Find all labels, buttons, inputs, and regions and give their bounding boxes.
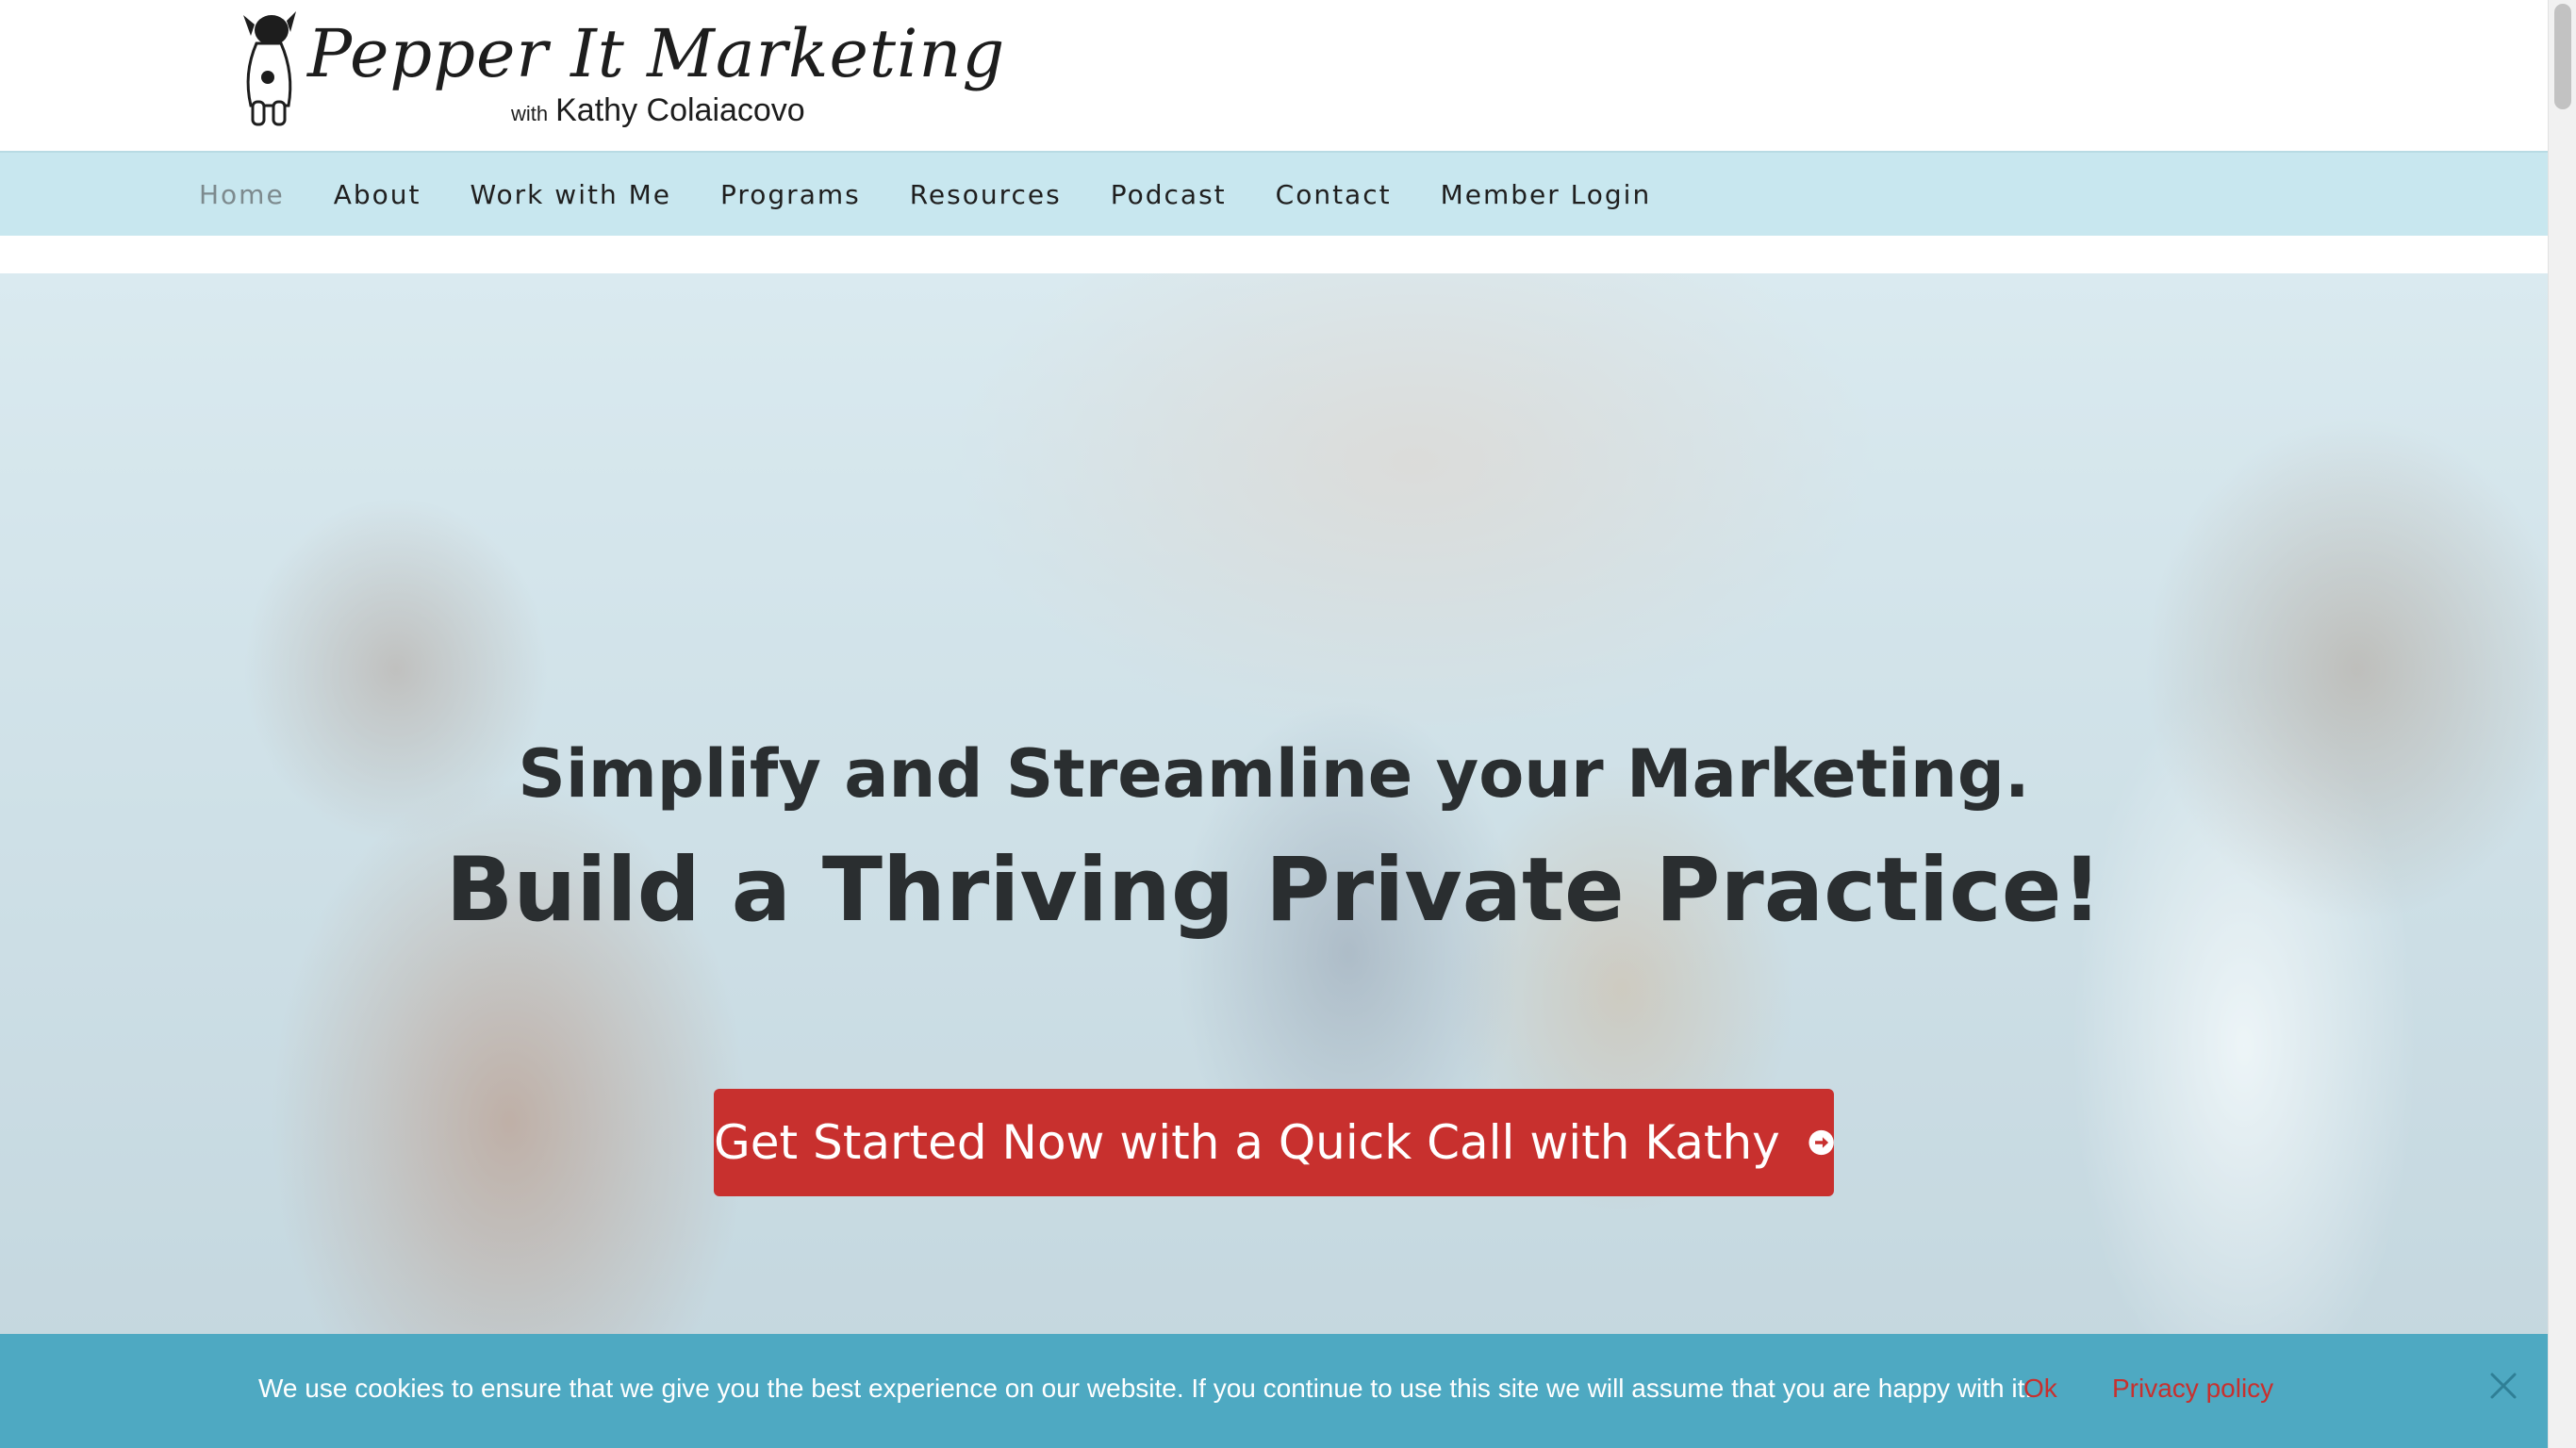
cookie-ok-button[interactable]: Ok bbox=[2023, 1374, 2057, 1404]
close-icon[interactable] bbox=[2487, 1370, 2519, 1402]
nav-item-resources[interactable]: Resources bbox=[910, 179, 1062, 210]
cookie-message: We use cookies to ensure that we give yo… bbox=[258, 1374, 2033, 1403]
arrow-right-circle-icon bbox=[1808, 1129, 1834, 1156]
logo-wordmark: Pepper It Marketing bbox=[307, 15, 1006, 92]
site-header: Pepper It Marketing with Kathy Colaiacovo bbox=[0, 0, 2548, 151]
nav-item-programs[interactable]: Programs bbox=[720, 179, 861, 210]
scrollbar-thumb[interactable] bbox=[2554, 4, 2571, 109]
nav-item-home[interactable]: Home bbox=[199, 179, 285, 210]
nav-item-podcast[interactable]: Podcast bbox=[1111, 179, 1227, 210]
logo-owner-name: Kathy Colaiacovo bbox=[555, 92, 805, 128]
main-nav: Home About Work with Me Programs Resourc… bbox=[0, 151, 2548, 236]
hero-headline: Simplify and Streamline your Marketing. bbox=[518, 735, 2030, 813]
logo-with: with bbox=[511, 102, 549, 125]
get-started-button[interactable]: Get Started Now with a Quick Call with K… bbox=[714, 1089, 1834, 1196]
cookie-consent-bar: We use cookies to ensure that we give yo… bbox=[0, 1334, 2548, 1448]
nav-item-about[interactable]: About bbox=[334, 179, 421, 210]
page-scrollbar[interactable] bbox=[2548, 0, 2576, 1448]
nav-item-member-login[interactable]: Member Login bbox=[1441, 179, 1652, 210]
nav-menu: Home About Work with Me Programs Resourc… bbox=[199, 153, 1700, 236]
privacy-policy-link[interactable]: Privacy policy bbox=[2112, 1374, 2273, 1404]
hero-subheadline: Build a Thriving Private Practice! bbox=[445, 839, 2103, 942]
hero-banner: Simplify and Streamline your Marketing. … bbox=[0, 273, 2548, 1334]
logo-byline: with Kathy Colaiacovo bbox=[511, 92, 805, 129]
dog-mascot-icon bbox=[243, 11, 296, 126]
get-started-button-label: Get Started Now with a Quick Call with K… bbox=[714, 1115, 1780, 1170]
nav-item-contact[interactable]: Contact bbox=[1276, 179, 1392, 210]
nav-item-work-with-me[interactable]: Work with Me bbox=[470, 179, 671, 210]
site-logo[interactable]: Pepper It Marketing with Kathy Colaiacovo bbox=[236, 8, 1004, 132]
